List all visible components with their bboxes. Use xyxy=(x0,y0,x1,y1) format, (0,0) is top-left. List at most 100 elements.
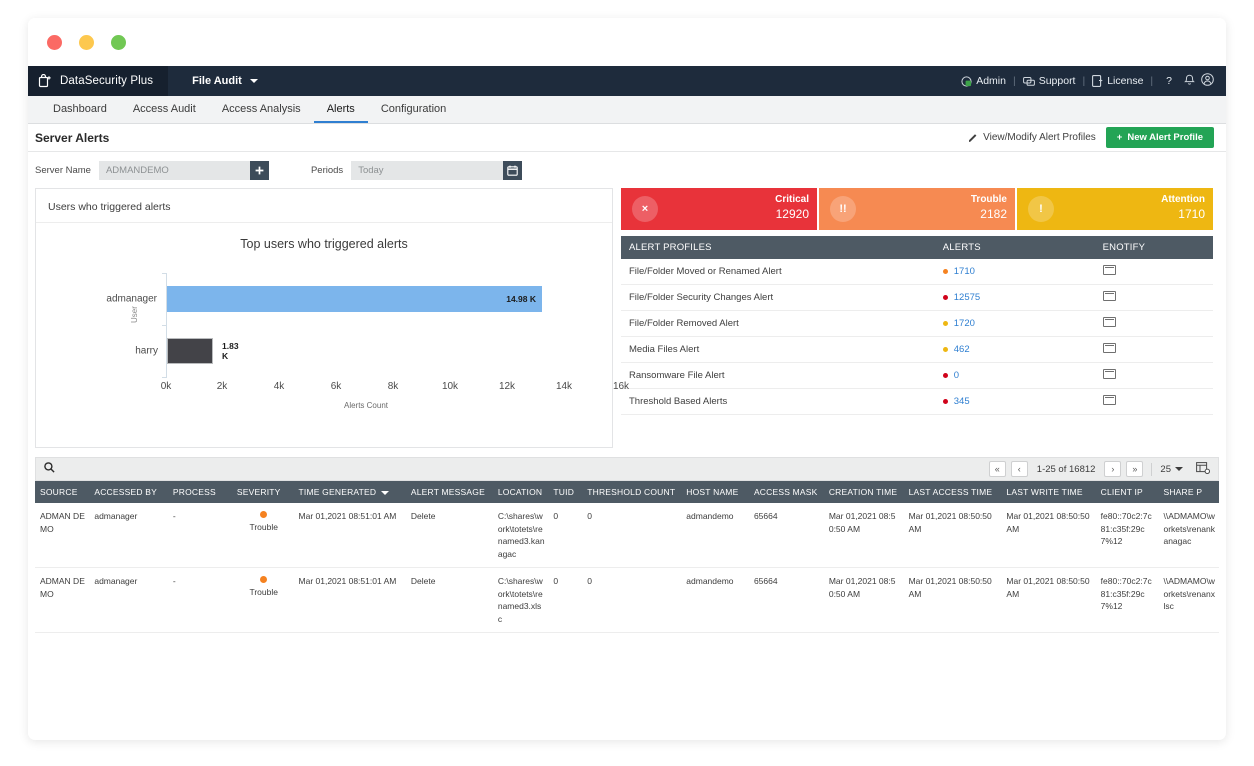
mail-icon[interactable] xyxy=(1102,343,1116,353)
table-row[interactable]: File/Folder Removed Alert 1720 xyxy=(621,310,1213,337)
cell-threshold-count: 0 xyxy=(582,503,682,568)
col-tuid[interactable]: TUID xyxy=(548,481,583,503)
table-row[interactable]: File/Folder Moved or Renamed Alert 1710 xyxy=(621,259,1213,285)
stat-card-critical[interactable]: × Critical 12920 xyxy=(621,188,817,230)
col-threshold-count[interactable]: THRESHOLD COUNT xyxy=(582,481,682,503)
bar-category-label: admanager xyxy=(106,293,157,305)
alert-count-link[interactable]: 0 xyxy=(954,370,959,381)
double-exclamation-icon: !! xyxy=(830,196,856,222)
x-tick: 8k xyxy=(387,381,399,392)
tab-configuration[interactable]: Configuration xyxy=(368,96,459,123)
module-selector[interactable]: File Audit xyxy=(192,75,258,87)
cell-last-write-time: Mar 01,2021 08:50:50 AM xyxy=(1001,567,1096,633)
table-row[interactable]: Media Files Alert 462 xyxy=(621,336,1213,363)
prev-page-button[interactable]: ‹ xyxy=(1010,461,1028,477)
profile-name: File/Folder Removed Alert xyxy=(621,310,935,337)
page-size-selector[interactable]: 25 xyxy=(1160,464,1183,475)
cell-location: C:\shares\work\totets\renamed3.xlsc xyxy=(492,567,549,633)
support-icon xyxy=(1022,76,1035,86)
col-host-name[interactable]: HOST NAME xyxy=(681,481,749,503)
profile-name: Ransomware File Alert xyxy=(621,362,935,389)
col-alert-message[interactable]: ALERT MESSAGE xyxy=(405,481,493,503)
alert-count-link[interactable]: 1720 xyxy=(954,318,975,329)
col-access-mask[interactable]: ACCESS MASK xyxy=(748,481,824,503)
col-severity[interactable]: SEVERITY xyxy=(231,481,294,503)
col-time-generated[interactable]: TIME GENERATED xyxy=(293,481,406,503)
cell-host-name: admandemo xyxy=(681,503,749,568)
bar-category-label: harry xyxy=(135,345,158,357)
col-process[interactable]: PROCESS xyxy=(167,481,232,503)
tab-access-analysis[interactable]: Access Analysis xyxy=(209,96,314,123)
alert-count-link[interactable]: 462 xyxy=(954,344,970,355)
col-enotify[interactable]: ENOTIFY xyxy=(1094,236,1213,259)
col-source[interactable]: SOURCE xyxy=(35,481,90,503)
periods-input[interactable] xyxy=(351,160,504,180)
column-settings-icon[interactable] xyxy=(1196,461,1211,477)
add-server-button[interactable] xyxy=(249,160,269,180)
stat-card-attention[interactable]: ! Attention 1710 xyxy=(1017,188,1213,230)
brand-area[interactable]: DataSecurity Plus xyxy=(28,66,169,96)
alert-count-link[interactable]: 345 xyxy=(954,396,970,407)
bar-harry[interactable]: harry 1.83 K xyxy=(135,338,239,364)
severity-stat-cards: × Critical 12920 !! Trouble 2182 ! Atten… xyxy=(621,188,1213,230)
view-modify-alert-profiles-button[interactable]: View/Modify Alert Profiles xyxy=(968,132,1096,143)
table-row[interactable]: ADMAN DEMO admanager - Trouble Mar 01,20… xyxy=(35,503,1219,568)
cell-access-mask: 65664 xyxy=(748,567,824,633)
tab-dashboard[interactable]: Dashboard xyxy=(40,96,120,123)
tab-access-audit[interactable]: Access Audit xyxy=(120,96,209,123)
support-menu[interactable]: Support xyxy=(1022,75,1075,87)
col-last-access-time[interactable]: LAST ACCESS TIME xyxy=(903,481,1002,503)
col-client-ip[interactable]: CLIENT IP xyxy=(1095,481,1159,503)
mail-icon[interactable] xyxy=(1102,291,1116,301)
col-alerts[interactable]: ALERTS xyxy=(934,236,1095,259)
cell-time-generated: Mar 01,2021 08:51:01 AM xyxy=(293,567,406,633)
admin-menu[interactable]: Admin xyxy=(961,75,1006,87)
col-accessed-by[interactable]: ACCESSED BY xyxy=(89,481,168,503)
new-alert-profile-button[interactable]: + New Alert Profile xyxy=(1105,127,1214,148)
next-page-button[interactable]: › xyxy=(1104,461,1122,477)
mail-icon[interactable] xyxy=(1102,369,1116,379)
help-icon[interactable]: ? xyxy=(1166,75,1172,87)
window-maximize-button[interactable] xyxy=(111,34,126,50)
periods-field-group xyxy=(351,160,523,180)
alert-count-link[interactable]: 1710 xyxy=(954,266,975,277)
new-alert-profile-label: New Alert Profile xyxy=(1127,132,1203,143)
y-axis-tick xyxy=(162,325,167,326)
tab-alerts[interactable]: Alerts xyxy=(313,96,368,123)
user-icon[interactable] xyxy=(1201,73,1214,89)
enotify-cell xyxy=(1094,259,1213,285)
col-share-path[interactable]: SHARE P xyxy=(1158,481,1219,503)
last-page-button[interactable]: » xyxy=(1126,461,1144,477)
search-input[interactable] xyxy=(61,463,989,475)
table-row[interactable]: Threshold Based Alerts 345 xyxy=(621,388,1213,415)
bell-icon[interactable] xyxy=(1184,74,1195,89)
mail-icon[interactable] xyxy=(1102,317,1116,327)
profile-name: File/Folder Moved or Renamed Alert xyxy=(621,259,935,285)
table-row[interactable]: Ransomware File Alert 0 xyxy=(621,362,1213,389)
bar-admanager[interactable]: admanager 14.98 K xyxy=(106,286,542,312)
col-creation-time[interactable]: CREATION TIME xyxy=(823,481,904,503)
table-row[interactable]: File/Folder Security Changes Alert 12575 xyxy=(621,284,1213,311)
table-row[interactable]: ADMAN DEMO admanager - Trouble Mar 01,20… xyxy=(35,567,1219,633)
enotify-cell xyxy=(1094,388,1213,415)
severity-dot xyxy=(942,346,948,352)
col-alert-profiles[interactable]: ALERT PROFILES xyxy=(621,236,935,259)
tab-label: Access Analysis xyxy=(221,102,301,115)
page-header: Server Alerts View/Modify Alert Profiles… xyxy=(28,124,1226,152)
license-menu[interactable]: License xyxy=(1092,75,1143,87)
first-page-button[interactable]: « xyxy=(988,461,1006,477)
mail-icon[interactable] xyxy=(1102,395,1116,405)
stat-card-trouble[interactable]: !! Trouble 2182 xyxy=(819,188,1015,230)
enotify-cell xyxy=(1094,310,1213,337)
cell-last-write-time: Mar 01,2021 08:50:50 AM xyxy=(1001,503,1096,568)
window-close-button[interactable] xyxy=(47,34,62,50)
search-icon[interactable] xyxy=(44,460,55,478)
calendar-icon[interactable] xyxy=(503,160,523,180)
col-last-write-time[interactable]: LAST WRITE TIME xyxy=(1001,481,1096,503)
server-name-input[interactable] xyxy=(98,160,250,180)
cell-client-ip: fe80::70c2:7c81:c35f:29c7%12 xyxy=(1095,567,1159,633)
alert-count-link[interactable]: 12575 xyxy=(954,292,980,303)
mail-icon[interactable] xyxy=(1102,265,1116,275)
col-location[interactable]: LOCATION xyxy=(492,481,549,503)
window-minimize-button[interactable] xyxy=(79,34,94,50)
